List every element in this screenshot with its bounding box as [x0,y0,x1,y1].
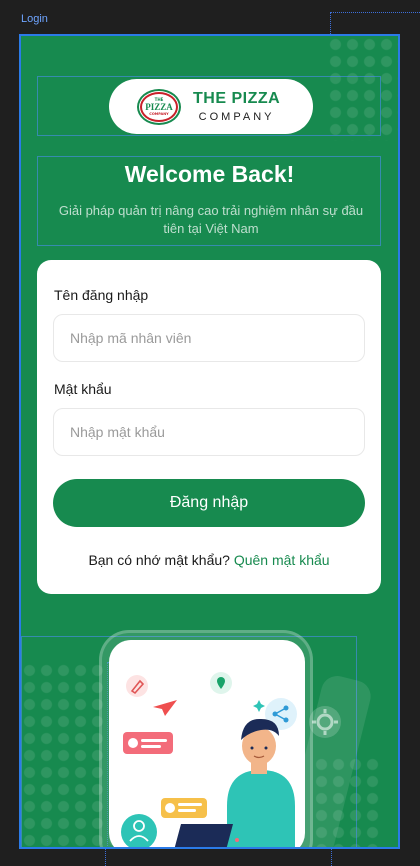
employee-illustration [121,672,297,847]
brand-name-line2: COMPANY [198,110,275,123]
chat-card-yellow [161,798,207,818]
guide-bottom-line [105,848,106,866]
page-subtitle: Giải pháp quản trị nâng cao trải nghiệm … [58,203,364,236]
illustration-phone-screen [109,640,305,847]
password-label: Mật khẩu [54,381,112,397]
dot-decoration [235,838,239,842]
brand-wordmark: THE PIZZA COMPANY [193,90,280,124]
gear-icon [309,706,341,738]
brand-logo: THE PIZZA COMPANY THE PIZZA COMPANY [109,79,313,134]
paper-plane-icon [153,700,177,716]
forgot-password-prompt: Bạn có nhớ mật khẩu? [88,552,230,568]
forgot-password-link[interactable]: Quên mật khẩu [234,552,330,568]
page-title: Welcome Back! [124,161,295,187]
person-figure [227,718,295,847]
badge-bottom-text: COMPANY [149,111,169,116]
guide-bottom-line-2 [331,848,332,866]
login-button[interactable]: Đăng nhập [53,479,365,527]
username-label: Tên đăng nhập [54,287,149,303]
brand-name-line1: THE PIZZA [193,89,281,107]
chat-card-pink [123,732,173,754]
design-canvas: Login THE PIZZA COMPANY THE PIZZA COMPAN… [0,0,420,866]
password-input[interactable] [53,408,365,456]
login-card: Tên đăng nhập Mật khẩu Đăng nhập Bạn có … [37,260,381,594]
user-icon [121,814,157,847]
pizza-logo-badge: THE PIZZA COMPANY [137,88,181,125]
location-pin-icon [210,672,232,694]
forgot-password-row: Bạn có nhớ mật khẩu? Quên mật khẩu [37,552,381,568]
sparkle-icon [253,700,265,712]
frame-label[interactable]: Login [21,13,48,25]
login-screen: THE PIZZA COMPANY THE PIZZA COMPANY Welc… [19,34,400,849]
username-input[interactable] [53,314,365,362]
badge-main-text: PIZZA [145,101,173,112]
pencil-icon [126,675,148,697]
